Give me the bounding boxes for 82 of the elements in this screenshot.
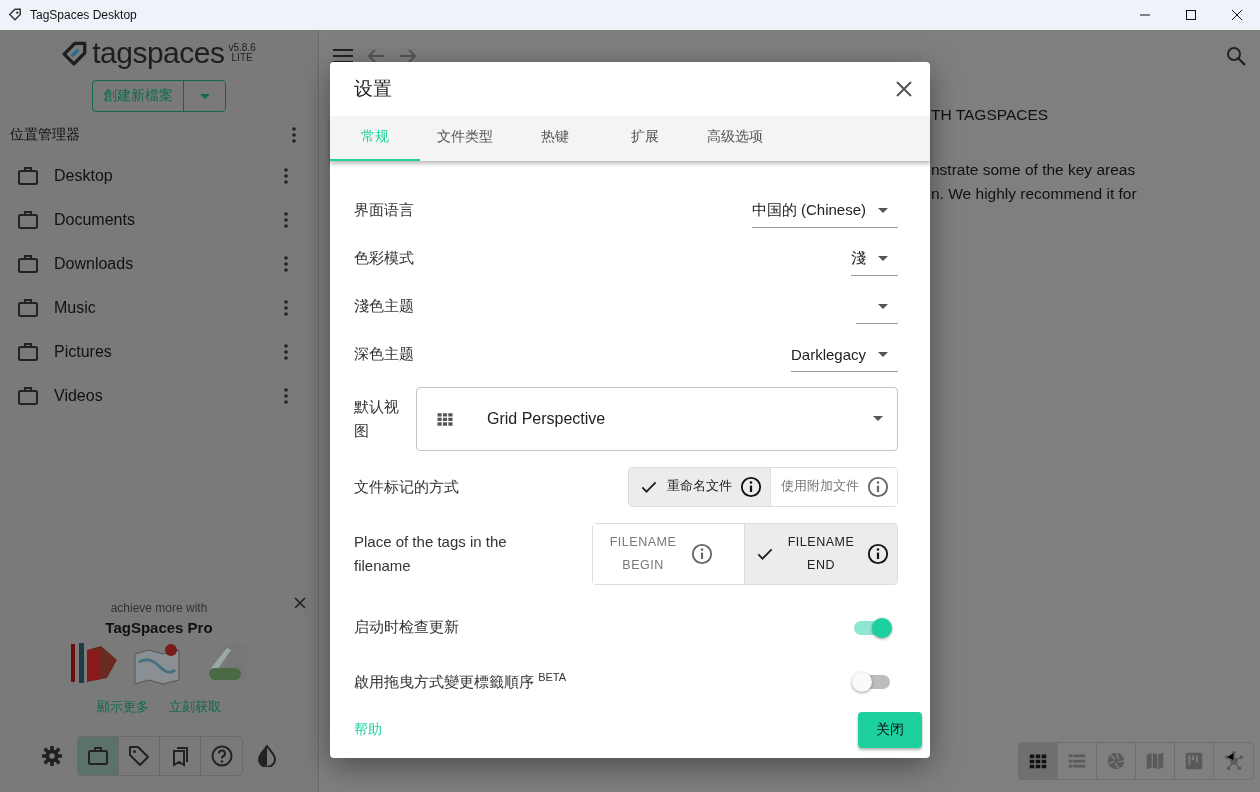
- close-icon[interactable]: [294, 597, 306, 609]
- section-title: 位置管理器: [10, 126, 80, 144]
- settings-tab[interactable]: 扩展: [600, 115, 690, 161]
- more-icon[interactable]: [284, 300, 288, 316]
- logo-text: tagspaces: [92, 38, 225, 68]
- welcome-text: nstrate some of the key areas: [931, 160, 1137, 180]
- theme-contrast-icon[interactable]: [257, 745, 277, 767]
- location-item[interactable]: Pictures: [0, 330, 318, 374]
- settings-icon[interactable]: [41, 745, 63, 767]
- setting-label: 启动时检查更新: [354, 618, 459, 638]
- select-field[interactable]: 淺: [851, 241, 898, 277]
- dropdown-caret-icon: [878, 207, 888, 213]
- setting-label: 界面语言: [354, 201, 414, 221]
- briefcase-icon: [16, 208, 40, 232]
- select-field[interactable]: 中国的 (Chinese): [751, 193, 898, 229]
- briefcase-icon: [86, 744, 110, 768]
- more-icon[interactable]: [284, 168, 288, 184]
- close-button[interactable]: [896, 80, 912, 97]
- briefcase-icon: [16, 296, 40, 320]
- promo-subtitle: achieve more with: [110, 601, 208, 615]
- toggle-button[interactable]: FILENAME END: [745, 523, 897, 584]
- close-button[interactable]: 关闭: [858, 712, 922, 749]
- welcome-heading: TH TAGSPACES: [931, 106, 1050, 124]
- info-icon[interactable]: [867, 542, 889, 565]
- kanban-icon: [1183, 750, 1205, 772]
- search-icon[interactable]: [1226, 46, 1246, 66]
- back-arrow-icon[interactable]: [367, 48, 385, 64]
- setting-label: 色彩模式: [354, 249, 414, 269]
- more-icon[interactable]: [284, 344, 288, 360]
- select-field[interactable]: Grid Perspective: [416, 386, 898, 451]
- menu-icon[interactable]: [333, 48, 353, 64]
- forward-arrow-icon[interactable]: [399, 48, 417, 64]
- aperture-icon: [1105, 750, 1127, 772]
- briefcase-icon: [16, 384, 40, 408]
- promo-title: TagSpaces Pro: [105, 619, 213, 636]
- dropdown-caret-icon: [873, 416, 883, 422]
- toggle-button[interactable]: 重命名文件: [629, 467, 771, 506]
- edition-text: LITE: [231, 53, 253, 63]
- toggle-switch[interactable]: [854, 620, 890, 635]
- grid-view-button[interactable]: [1019, 743, 1058, 779]
- toggle-button[interactable]: FILENAME BEGIN: [593, 523, 745, 584]
- settings-tab[interactable]: 高级选项: [690, 115, 780, 161]
- welcome-text: n. We highly recommend it for: [931, 184, 1138, 204]
- tag-logo-icon: [62, 40, 89, 66]
- location-item[interactable]: Documents: [0, 198, 318, 242]
- briefcase-tab[interactable]: [78, 737, 119, 775]
- version-text: v5.8.6: [228, 43, 256, 53]
- toggle-switch[interactable]: [854, 674, 890, 689]
- map-icon: [1144, 750, 1166, 772]
- map-pin-drawing: [133, 642, 183, 686]
- dropdown-caret-icon: [878, 303, 888, 309]
- briefcase-icon: [16, 340, 40, 364]
- more-icon[interactable]: [284, 256, 288, 272]
- setting-label: 文件标记的方式: [354, 476, 459, 497]
- app-icon: [8, 8, 22, 22]
- setting-label: 深色主题: [354, 345, 414, 365]
- pens-swatches-drawing: [69, 642, 119, 684]
- help-icon: [209, 744, 234, 768]
- more-icon[interactable]: [292, 127, 296, 143]
- briefcase-icon: [16, 252, 40, 276]
- location-item[interactable]: Downloads: [0, 242, 318, 286]
- setting-label: 默认视图: [354, 396, 400, 441]
- dialog-title: 设置: [354, 76, 392, 101]
- tag-icon: [127, 744, 151, 768]
- location-item[interactable]: Music: [0, 286, 318, 330]
- caret-icon: [199, 93, 210, 99]
- select-field[interactable]: Darklegacy: [790, 337, 898, 373]
- location-item[interactable]: Desktop: [0, 154, 318, 198]
- setting-label: 啟用拖曳方式變更標籤順序 $^{BETA}$: [354, 671, 567, 693]
- setting-label: Place of the tags in the filename: [354, 531, 508, 576]
- location-item[interactable]: Videos: [0, 374, 318, 418]
- dropdown-caret-icon: [878, 351, 888, 357]
- settings-tab[interactable]: 热键: [510, 115, 600, 161]
- dropdown-caret-icon: [878, 255, 888, 261]
- graph-icon: [1222, 750, 1245, 772]
- briefcase-icon: [16, 164, 40, 188]
- more-icon[interactable]: [284, 388, 288, 404]
- settings-tab[interactable]: 文件类型: [420, 115, 510, 161]
- more-icon[interactable]: [284, 212, 288, 228]
- setting-label: 淺色主题: [354, 297, 414, 317]
- window-title: TagSpaces Desktop: [30, 8, 137, 22]
- info-icon[interactable]: [740, 475, 762, 498]
